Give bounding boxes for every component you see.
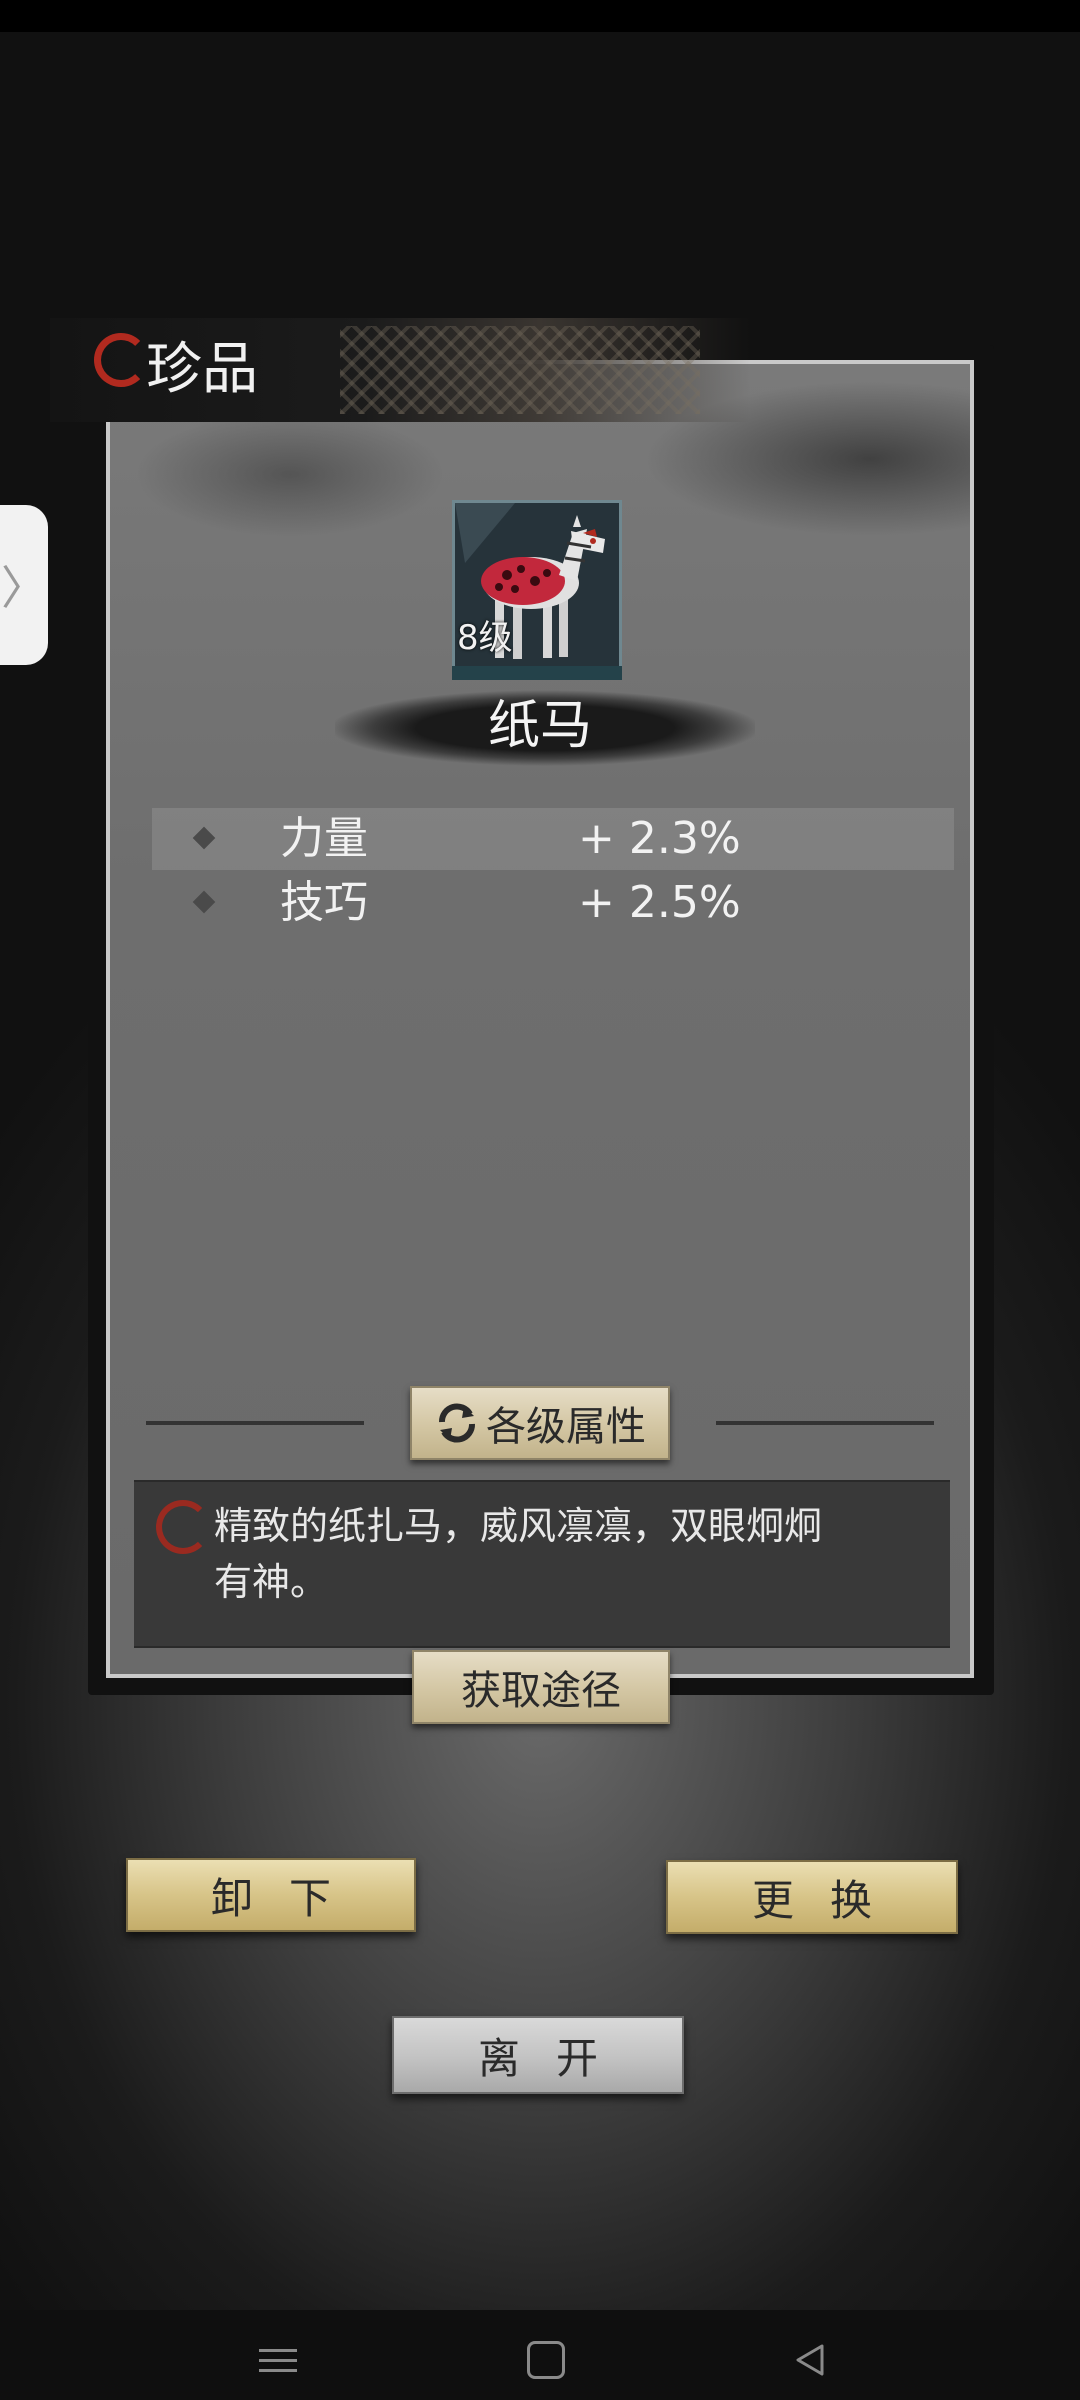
- refresh-icon: [439, 1403, 475, 1443]
- obtain-method-button[interactable]: 获取途径: [412, 1650, 670, 1724]
- status-bar: [0, 0, 1080, 32]
- leave-label: 离开: [477, 2033, 634, 2083]
- level-attributes-label: 各级属性: [486, 1404, 646, 1450]
- seal-icon: [94, 333, 148, 387]
- stat-row: 技巧 + 2.5%: [152, 872, 954, 934]
- side-drawer-tab[interactable]: 〉: [0, 505, 48, 665]
- unequip-label: 卸下: [210, 1873, 367, 1923]
- description-box: 精致的纸扎马，威风凛凛，双眼炯炯 有神。: [134, 1480, 950, 1648]
- item-level: 8级: [457, 618, 513, 658]
- recent-apps-button[interactable]: [258, 2336, 298, 2384]
- item-icon-bar: [452, 666, 622, 680]
- stat-name: 技巧: [280, 877, 368, 928]
- diamond-bullet-icon: [192, 826, 216, 850]
- seal-icon: [156, 1500, 210, 1554]
- item-name: 纸马: [487, 696, 592, 756]
- stat-row: 力量 + 2.3%: [152, 808, 954, 870]
- stat-value: + 2.3%: [578, 813, 741, 864]
- back-icon: [796, 2344, 824, 2376]
- back-button[interactable]: [790, 2336, 830, 2384]
- obtain-method-label: 获取途径: [461, 1668, 621, 1714]
- divider-right: [716, 1421, 934, 1425]
- replace-label: 更换: [751, 1875, 908, 1925]
- chevron-right-icon: 〉: [1, 561, 47, 615]
- level-attributes-button[interactable]: 各级属性: [410, 1386, 670, 1460]
- menu-icon: [259, 2342, 297, 2379]
- home-icon: [527, 2341, 565, 2379]
- leave-button[interactable]: 离开: [392, 2016, 684, 2094]
- description-text: 精致的纸扎马，威风凛凛，双眼炯炯 有神。: [214, 1498, 914, 1610]
- divider-left: [146, 1421, 364, 1425]
- unequip-button[interactable]: 卸下: [126, 1858, 416, 1932]
- description-line: 精致的纸扎马，威风凛凛，双眼炯炯: [214, 1504, 823, 1548]
- replace-button[interactable]: 更换: [666, 1860, 958, 1934]
- home-button[interactable]: [526, 2336, 566, 2384]
- stat-value: + 2.5%: [578, 877, 741, 928]
- stat-name: 力量: [280, 813, 368, 864]
- diamond-bullet-icon: [192, 890, 216, 914]
- description-line: 有神。: [214, 1560, 329, 1604]
- panel-title: 珍品: [146, 337, 258, 402]
- screen: 〉 珍品 8级 纸马 力量 + 2.3% 技巧 + 2.5% 各级属性 精致的纸…: [0, 0, 1080, 2400]
